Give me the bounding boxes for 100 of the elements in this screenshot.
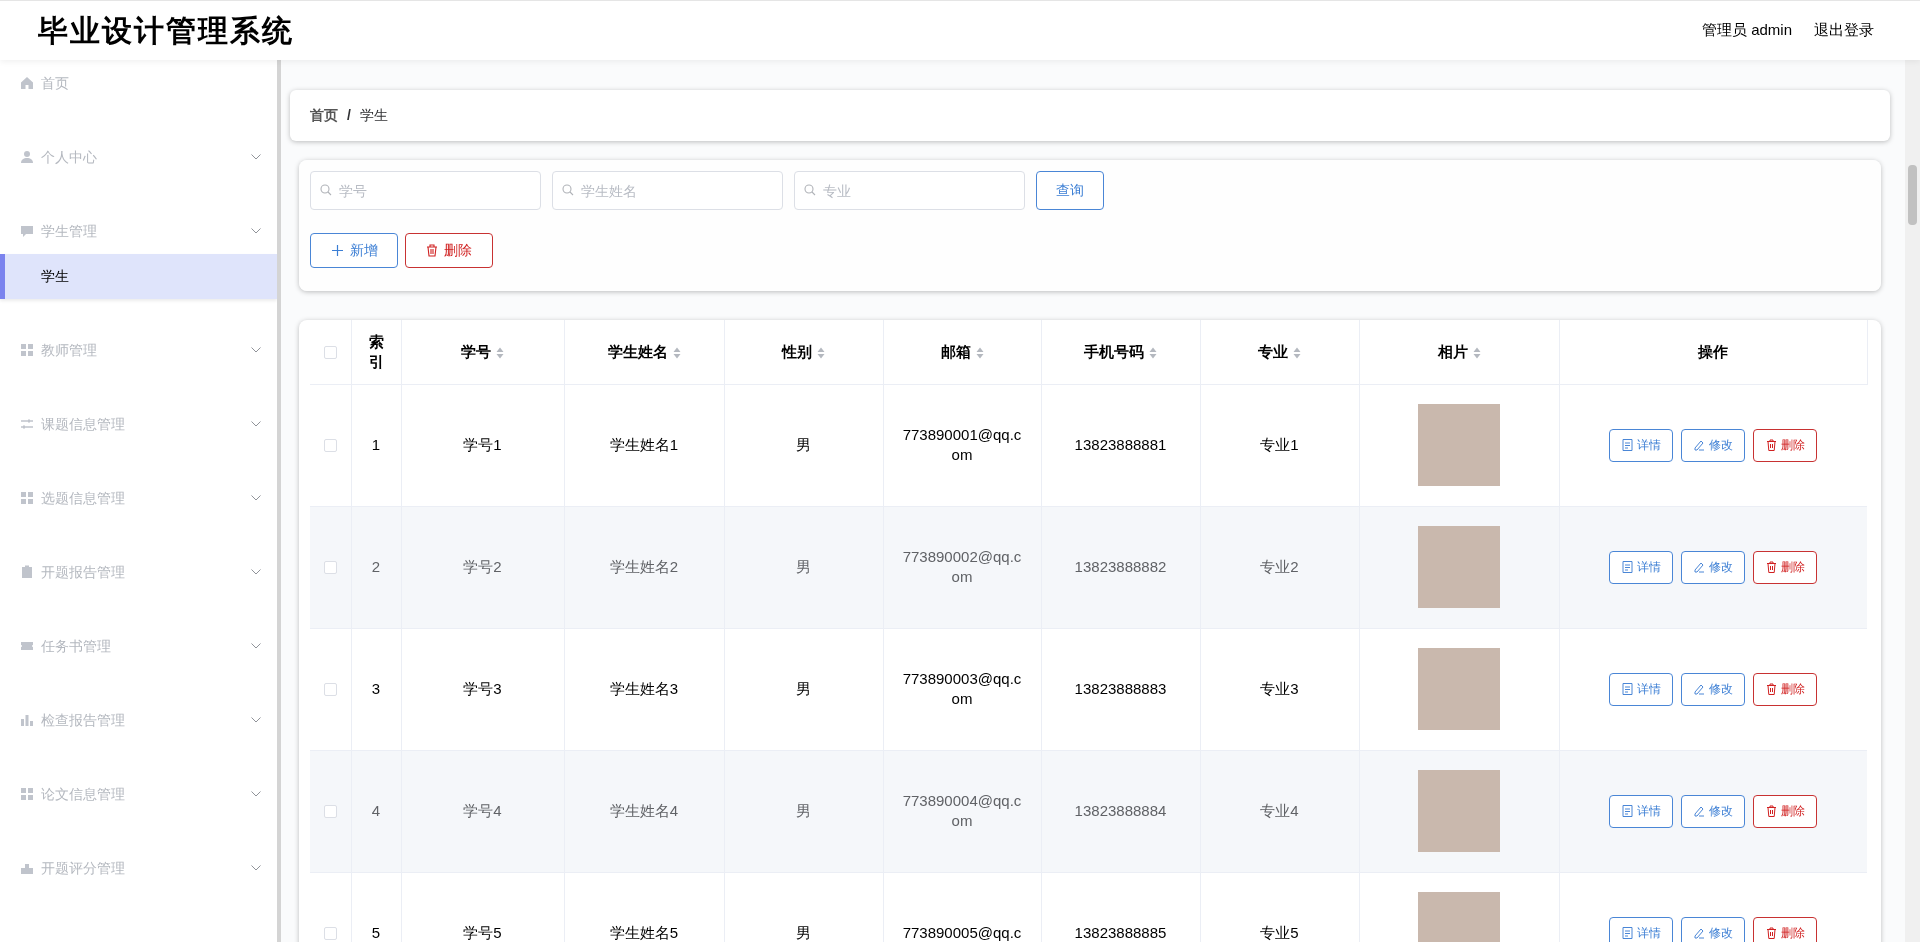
search-icon [804,184,816,196]
delete-button[interactable]: 删除 [1753,428,1818,462]
column-header[interactable]: 学号 [461,342,491,360]
grid-icon [20,343,34,357]
user-icon [20,150,34,164]
table-cell: 4 [351,750,401,872]
chevron-down-icon [251,154,261,160]
table-cell: 男 [724,628,883,750]
document-icon [1621,439,1633,451]
table-cell: 男 [724,506,883,628]
column-header[interactable]: 手机号码 [1084,342,1144,360]
pencil-icon [1693,805,1706,817]
edit-button[interactable]: 修改 [1681,794,1746,828]
details-button[interactable]: 详情 [1609,794,1674,828]
table-cell: 学生姓名3 [564,628,724,750]
sort-icon[interactable] [975,346,984,359]
sort-icon[interactable] [1293,346,1301,359]
row-checkbox[interactable] [323,805,337,819]
table-cell: 2 [351,506,401,628]
details-button[interactable]: 详情 [1609,428,1674,462]
table-cell: 773890001@qq.com [883,384,1041,506]
sort-icon[interactable] [1472,346,1481,359]
document-icon [1621,805,1633,817]
add-button[interactable]: 新增 [310,233,398,268]
table-cell: 学号1 [401,384,564,506]
chevron-down-icon [251,495,261,501]
pencil-icon [1693,561,1706,573]
breadcrumb-separator: / [347,106,351,125]
column-header[interactable]: 相片 [1437,342,1468,360]
table-cell: 专业3 [1200,628,1359,750]
grid-icon [20,491,34,505]
details-button[interactable]: 详情 [1609,550,1674,584]
column-header[interactable]: 学生姓名 [607,342,668,360]
search-icon [562,184,574,196]
home-icon [20,76,34,90]
table-cell: 学号3 [401,628,564,750]
sliders-icon [20,417,34,431]
row-checkbox[interactable] [323,927,337,941]
delete-button[interactable]: 删除 [1753,794,1818,828]
row-checkbox[interactable] [323,561,337,575]
delete-button[interactable]: 删除 [405,233,493,268]
table-cell: 13823888881 [1041,384,1200,506]
pencil-icon [1693,927,1706,939]
table-cell: 专业5 [1200,872,1359,942]
chevron-down-icon [251,228,261,234]
chevron-down-icon [251,421,261,427]
stamp-icon [20,861,34,875]
document-icon [1621,927,1633,939]
delete-button[interactable]: 删除 [1753,916,1818,942]
table-cell: 1 [351,384,401,506]
table-cell: 773890002@qq.com [883,506,1041,628]
chevron-down-icon [251,865,261,871]
edit-button[interactable]: 修改 [1681,672,1746,706]
table-cell: 学生姓名1 [564,384,724,506]
search-field[interactable]: 学号 [310,171,541,210]
plus-icon [330,244,344,257]
search-field[interactable]: 专业 [794,171,1025,210]
search-field[interactable]: 学生姓名 [552,171,783,210]
sidebar-subitem[interactable]: 学生 [0,254,277,299]
chevron-down-icon [251,569,261,575]
column-header: 索引 [368,332,384,370]
column-header[interactable]: 性别 [782,342,812,360]
trash-icon [426,244,438,257]
clipboard-icon [20,565,34,579]
pencil-icon [1693,683,1706,695]
column-header[interactable]: 邮箱 [940,342,971,360]
edit-button[interactable]: 修改 [1681,428,1746,462]
delete-button[interactable]: 删除 [1753,672,1818,706]
table-cell: 13823888883 [1041,628,1200,750]
table-cell: 5 [351,872,401,942]
sort-icon[interactable] [496,346,504,359]
delete-button[interactable]: 删除 [1753,550,1818,584]
details-button[interactable]: 详情 [1609,916,1674,942]
logout-link[interactable]: 退出登录 [1814,19,1874,42]
chevron-down-icon [251,791,261,797]
table-cell: 773890004@qq.com [883,750,1041,872]
edit-button[interactable]: 修改 [1681,916,1746,942]
table-cell: 13823888885 [1041,872,1200,942]
sort-icon[interactable] [672,346,681,359]
column-header[interactable]: 专业 [1258,342,1288,360]
row-checkbox[interactable] [323,439,337,453]
details-button[interactable]: 详情 [1609,672,1674,706]
table-cell: 专业4 [1200,750,1359,872]
scrollbar[interactable] [1905,60,1920,942]
app-title: 毕业设计管理系统 [38,12,294,50]
query-button[interactable]: 查询 [1036,171,1104,210]
row-checkbox[interactable] [323,683,337,697]
sort-icon[interactable] [1149,346,1157,359]
table-cell: 男 [724,750,883,872]
table-cell: 13823888884 [1041,750,1200,872]
table-cell: 773890005@qq.c [883,872,1041,942]
breadcrumb-item[interactable]: 首页 [310,105,338,126]
table-cell: 3 [351,628,401,750]
select-all-checkbox[interactable] [323,346,337,359]
chevron-down-icon [251,347,261,353]
document-icon [1621,561,1633,573]
bar-chart-icon [20,713,34,727]
sort-icon[interactable] [817,346,825,359]
edit-button[interactable]: 修改 [1681,550,1746,584]
trash-icon [1765,805,1777,817]
